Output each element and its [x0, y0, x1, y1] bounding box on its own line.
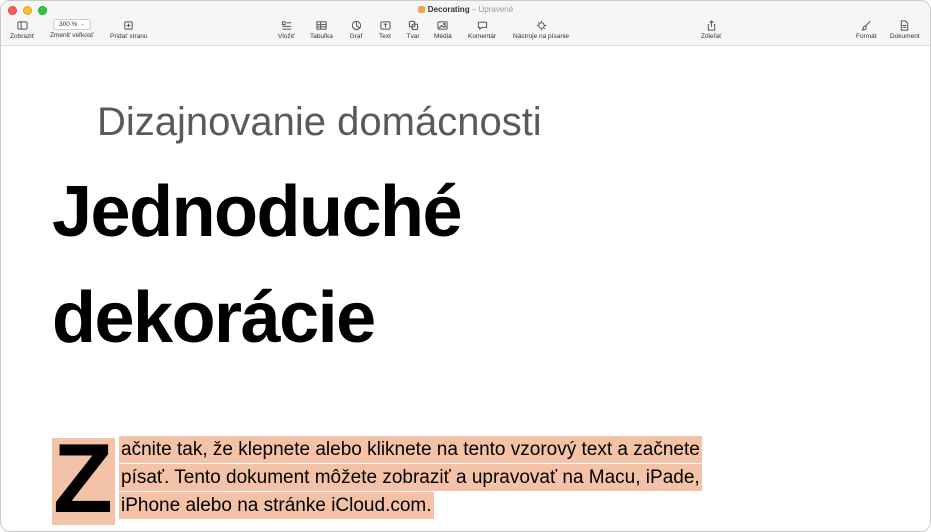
share-label: Zdieľať [701, 33, 722, 40]
body-line-1-text: ačnite tak, že klepnete alebo kliknete n… [119, 436, 702, 463]
document-status: – Upravené [471, 5, 514, 14]
shape-button[interactable]: Tvar [406, 19, 420, 45]
chart-label: Graf [349, 33, 363, 40]
format-label: Formát [856, 33, 877, 40]
comment-button[interactable]: Komentár [468, 19, 496, 45]
paintbrush-icon [859, 19, 873, 31]
share-button[interactable]: Zdieľať [701, 19, 722, 45]
writing-tools-label: Nástroje na písanie [513, 33, 570, 40]
drop-cap-letter: Z [53, 423, 113, 532]
view-button[interactable]: Zobraziť [10, 19, 34, 45]
text-label: Text [379, 33, 391, 40]
chart-button[interactable]: Graf [349, 19, 363, 45]
body-text[interactable]: ačnite tak, že klepnete alebo kliknete n… [119, 436, 702, 523]
document-button[interactable]: Dokument [890, 19, 920, 45]
insert-label: Vložiť [278, 33, 295, 40]
heading-line-2: dekorácie [52, 278, 376, 358]
body-line-2-text: písať. Tento dokument môžete zobraziť a … [119, 464, 702, 491]
list-insert-icon [279, 19, 293, 31]
table-button[interactable]: Tabuľka [310, 19, 333, 45]
media-label: Médiá [434, 33, 452, 40]
add-page-label: Pridať stranu [110, 33, 148, 40]
sparkle-pen-icon [534, 19, 548, 31]
document-canvas[interactable]: Dizajnovanie domácnosti Jednoduché dekor… [1, 47, 930, 531]
add-page-button[interactable]: Pridať stranu [110, 19, 147, 45]
chevron-down-icon: ⌄ [80, 21, 85, 27]
document-label: Dokument [890, 33, 920, 40]
body-line-3-text: iPhone alebo na stránke iCloud.com. [119, 492, 434, 519]
body-line-1: ačnite tak, že klepnete alebo kliknete n… [119, 436, 702, 467]
textbox-icon [378, 19, 392, 31]
pages-document-icon [417, 6, 425, 13]
body-line-3: iPhone alebo na stránke iCloud.com. [119, 492, 702, 523]
toolbar: Decorating – Upravené Zobraziť 300 % ⌄ Z… [1, 1, 930, 46]
comment-label: Komentár [468, 33, 497, 40]
share-icon [704, 19, 718, 31]
speech-bubble-icon [475, 19, 489, 31]
photo-icon [436, 19, 450, 31]
text-button[interactable]: Text [378, 19, 392, 45]
media-button[interactable]: Médiá [434, 19, 452, 45]
zoom-control[interactable]: 300 % ⌄ Zmeniť veľkosť [50, 19, 94, 45]
table-label: Tabuľka [310, 33, 333, 40]
document-name: Decorating [427, 5, 470, 14]
writing-tools-button[interactable]: Nástroje na písanie [513, 19, 569, 45]
view-label: Zobraziť [10, 33, 35, 40]
chart-pie-icon [349, 19, 363, 31]
pages-window: Decorating – Upravené Zobraziť 300 % ⌄ Z… [0, 0, 931, 532]
document-subtitle[interactable]: Dizajnovanie domácnosti [97, 99, 542, 145]
document-title: Decorating – Upravené [1, 5, 930, 15]
format-button[interactable]: Formát [856, 19, 877, 45]
shapes-icon [406, 19, 420, 31]
shape-label: Tvar [406, 33, 420, 40]
zoom-value: 300 % [58, 21, 78, 28]
document-icon [898, 19, 912, 31]
heading-line-1: Jednoduché [52, 172, 463, 252]
table-icon [314, 19, 328, 31]
plus-square-icon [122, 19, 136, 31]
insert-button[interactable]: Vložiť [278, 19, 295, 45]
document-heading[interactable]: Jednoduché dekorácie [52, 159, 463, 371]
zoom-label: Zmeniť veľkosť [50, 32, 94, 39]
drop-cap[interactable]: Z [52, 426, 115, 530]
sidebar-icon [15, 19, 29, 31]
zoom-dropdown[interactable]: 300 % ⌄ [52, 19, 91, 30]
body-line-2: písať. Tento dokument môžete zobraziť a … [119, 464, 702, 495]
